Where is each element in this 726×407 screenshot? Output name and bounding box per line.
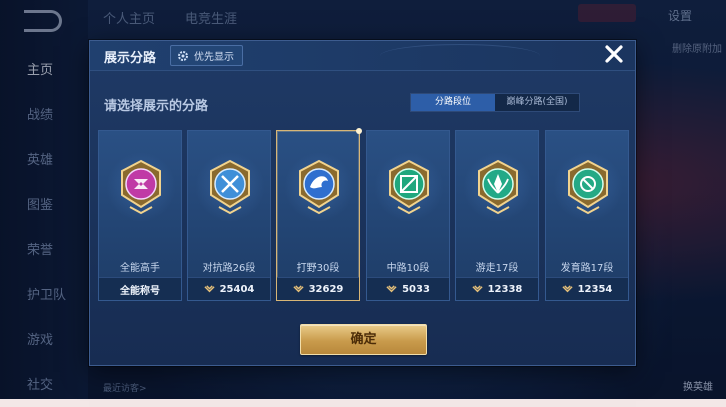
lane-name: 打野30段 [296, 263, 340, 274]
lane-name: 发育路17段 [560, 263, 614, 274]
selected-marker [356, 128, 362, 134]
lane-footer-label: 全能称号 [120, 285, 160, 297]
all-round-emblem-icon [121, 159, 161, 215]
confirm-button[interactable]: 确定 [300, 324, 427, 355]
priority-display-button[interactable]: 优先显示 [170, 45, 243, 66]
farm-lane-emblem-icon [568, 159, 608, 215]
bottom-bar [0, 399, 726, 407]
lane-card-roam[interactable]: 游走17段 12338 [455, 130, 539, 301]
score-icon [386, 284, 397, 292]
header-decoration [380, 44, 540, 68]
lane-footer: 32629 [277, 277, 359, 300]
lane-card-farm[interactable]: 发育路17段 12354 [545, 130, 629, 301]
lane-name: 全能高手 [120, 263, 160, 274]
lane-footer: 12354 [546, 277, 628, 300]
score-icon [471, 284, 483, 292]
lane-score: 12354 [577, 283, 613, 295]
lane-card-jungle[interactable]: 打野30段 32629 [276, 128, 362, 301]
lane-display-dialog: 展示分路 优先显示 请选择展示的分路 分路段位 巅峰分路(全国) 全能高手 全能… [89, 40, 636, 366]
mid-lane-emblem-icon [389, 159, 429, 215]
lane-footer: 12338 [456, 277, 538, 300]
score-icon [561, 284, 573, 292]
score-icon [203, 284, 215, 292]
lane-score: 25404 [219, 283, 255, 295]
lane-name: 对抗路26段 [202, 263, 256, 274]
score-icon [292, 284, 304, 292]
lane-name: 中路10段 [386, 263, 430, 274]
tab-peak-lane[interactable]: 巅峰分路(全国) [495, 94, 579, 111]
priority-display-label: 优先显示 [194, 52, 234, 63]
gear-icon [178, 50, 188, 61]
lane-score: 5033 [402, 283, 430, 295]
lane-tab-group: 分路段位 巅峰分路(全国) [410, 93, 580, 112]
lane-name: 游走17段 [475, 263, 519, 274]
dialog-header: 展示分路 优先显示 [90, 41, 635, 71]
roam-emblem-icon [478, 159, 518, 215]
lane-card-clash[interactable]: 对抗路26段 25404 [187, 130, 271, 301]
clash-lane-emblem-icon [210, 159, 250, 215]
lane-score: 32629 [308, 283, 344, 295]
jungle-emblem-icon [299, 159, 339, 215]
lane-footer: 5033 [367, 277, 449, 300]
lane-footer: 全能称号 [99, 277, 181, 300]
lane-card-all-round[interactable]: 全能高手 全能称号 [98, 130, 182, 301]
select-lane-prompt: 请选择展示的分路 [104, 99, 209, 114]
lane-score: 12338 [487, 283, 523, 295]
tab-lane-rank[interactable]: 分路段位 [411, 94, 495, 111]
lane-card-list: 全能高手 全能称号 对抗路26段 25404 打野30段 32629 中路10段… [98, 128, 629, 301]
lane-card-mid[interactable]: 中路10段 5033 [366, 130, 450, 301]
close-icon[interactable] [601, 41, 627, 67]
dialog-title: 展示分路 [104, 51, 157, 66]
lane-footer: 25404 [188, 277, 270, 300]
